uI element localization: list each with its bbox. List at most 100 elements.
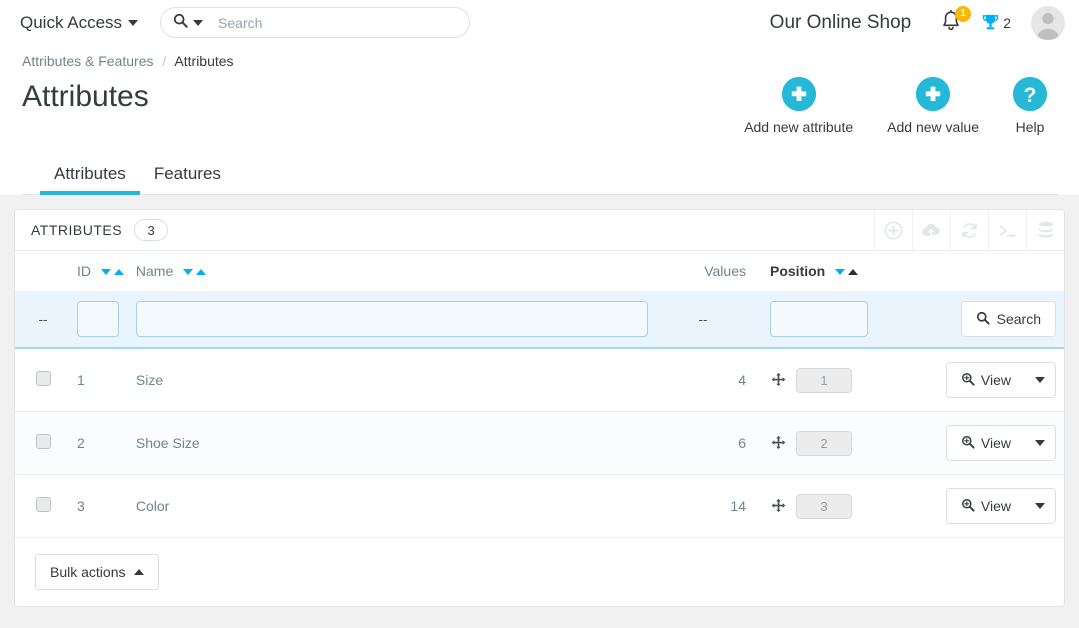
row-position-input[interactable] <box>796 493 852 519</box>
row-id: 3 <box>71 474 130 538</box>
row-actions-dropdown-toggle[interactable] <box>1025 363 1055 397</box>
table-row[interactable]: 2 Shoe Size 6 2 View <box>15 411 1064 475</box>
refresh-icon[interactable] <box>950 209 988 251</box>
search-type-chevron-icon[interactable] <box>193 19 204 26</box>
global-search[interactable] <box>160 7 471 38</box>
bulk-actions-label: Bulk actions <box>50 564 126 580</box>
user-avatar-icon <box>1036 12 1060 40</box>
cloud-upload-icon[interactable] <box>912 209 950 251</box>
help-label: Help <box>1015 119 1045 135</box>
title-row: Attributes Add new attribute Add new val… <box>22 69 1059 135</box>
notifications-button[interactable]: 1 <box>939 5 972 37</box>
add-new-value-button[interactable]: Add new value <box>887 77 979 135</box>
row-checkbox[interactable] <box>35 434 51 449</box>
table-row[interactable]: 3 Color 14 3 View <box>15 474 1064 538</box>
achievements-button[interactable]: 2 <box>981 13 1011 32</box>
tab-attributes[interactable]: Attributes <box>40 164 140 195</box>
breadcrumb-parent-link[interactable]: Attributes & Features <box>22 53 154 69</box>
header-right-group: Our Online Shop 1 2 <box>769 5 1065 40</box>
attributes-table: ID Name Values Position -- -- Search 1 S… <box>15 251 1064 538</box>
shop-name: Our Online Shop <box>769 11 912 33</box>
filter-id-input[interactable] <box>77 301 119 337</box>
column-header-id: ID <box>71 251 130 291</box>
zoom-in-icon <box>961 372 975 389</box>
filter-name-input[interactable] <box>135 301 648 337</box>
breadcrumb-separator: / <box>162 53 167 69</box>
row-position-cell <box>764 474 914 538</box>
drag-handle-icon[interactable] <box>770 372 787 389</box>
add-new-attribute-label: Add new attribute <box>744 119 854 135</box>
column-header-actions <box>914 251 1064 291</box>
row-position-input[interactable] <box>796 367 852 393</box>
drag-handle-icon[interactable] <box>770 498 787 515</box>
view-button[interactable]: View <box>947 363 1025 397</box>
sort-desc-icon[interactable] <box>183 269 194 276</box>
column-header-values: Values <box>654 251 764 291</box>
tab-attributes-label: Attributes <box>54 164 126 183</box>
filter-cell-values: -- <box>654 291 764 349</box>
search-button-label: Search <box>996 311 1041 327</box>
page-head: Attributes & Features / Attributes Attri… <box>0 45 1079 195</box>
column-header-values-label: Values <box>704 263 746 279</box>
bulk-actions-button[interactable]: Bulk actions <box>35 554 160 590</box>
view-button-label: View <box>980 498 1011 514</box>
quick-access-menu[interactable]: Quick Access <box>20 13 139 33</box>
row-id: 1 <box>71 348 130 412</box>
filter-values-dash: -- <box>698 311 708 327</box>
panel-count-badge: 3 <box>134 219 169 241</box>
view-button-label: View <box>980 435 1011 451</box>
panel-tool-group <box>874 209 1064 251</box>
add-new-attribute-button[interactable]: Add new attribute <box>744 77 853 135</box>
svg-text:?: ? <box>1024 84 1037 107</box>
row-checkbox[interactable] <box>35 497 51 512</box>
help-button[interactable]: ? Help <box>1013 77 1047 135</box>
row-actions-dropdown-toggle[interactable] <box>1025 426 1055 460</box>
add-new-value-label: Add new value <box>887 119 979 135</box>
row-values: 4 <box>654 348 764 412</box>
top-header: Quick Access Our Online Shop 1 <box>0 0 1079 45</box>
view-button[interactable]: View <box>947 426 1025 460</box>
drag-handle-icon[interactable] <box>770 435 787 452</box>
console-icon[interactable] <box>988 209 1026 251</box>
breadcrumb: Attributes & Features / Attributes <box>22 45 1059 69</box>
plus-circle-icon <box>781 77 816 111</box>
sort-arrows-name <box>183 269 207 276</box>
sort-asc-icon-active[interactable] <box>848 269 859 276</box>
row-actions-cell: View <box>914 348 1064 412</box>
tab-features-label: Features <box>153 164 221 183</box>
sort-asc-icon[interactable] <box>196 269 207 276</box>
row-actions-cell: View <box>914 474 1064 538</box>
content-area: ATTRIBUTES 3 ID Name Values Position -- … <box>0 195 1079 607</box>
search-icon <box>976 311 990 328</box>
achievements-count: 2 <box>1003 14 1011 31</box>
table-header-row: ID Name Values Position <box>15 251 1064 291</box>
row-position-cell <box>764 348 914 412</box>
search-button[interactable]: Search <box>960 301 1056 337</box>
chevron-down-icon <box>1035 377 1045 383</box>
filter-row: -- -- Search <box>15 291 1064 349</box>
view-button[interactable]: View <box>947 489 1025 523</box>
filter-position-input[interactable] <box>770 301 868 337</box>
row-checkbox[interactable] <box>35 371 51 386</box>
panel-footer: Bulk actions <box>15 538 1064 590</box>
avatar[interactable] <box>1031 5 1065 40</box>
sort-desc-icon[interactable] <box>100 269 111 276</box>
table-head: ID Name Values Position <box>15 251 1064 291</box>
database-icon[interactable] <box>1026 209 1064 251</box>
row-actions-dropdown-toggle[interactable] <box>1025 489 1055 523</box>
table-row[interactable]: 1 Size 4 1 View <box>15 348 1064 412</box>
row-checkbox-cell <box>15 474 71 538</box>
filter-cell-checkbox: -- <box>15 291 71 349</box>
tab-features[interactable]: Features <box>140 164 235 194</box>
sort-desc-icon[interactable] <box>835 269 846 276</box>
zoom-in-icon <box>961 435 975 452</box>
row-position-input[interactable] <box>796 430 852 456</box>
sort-asc-icon[interactable] <box>113 269 124 276</box>
panel-title: ATTRIBUTES <box>31 222 123 238</box>
row-checkbox-cell <box>15 348 71 412</box>
search-input[interactable] <box>216 13 458 32</box>
column-header-id-label: ID <box>77 263 91 279</box>
add-icon[interactable] <box>874 209 912 251</box>
tab-bar: Attributes Features <box>22 149 1059 195</box>
row-position-cell <box>764 411 914 475</box>
